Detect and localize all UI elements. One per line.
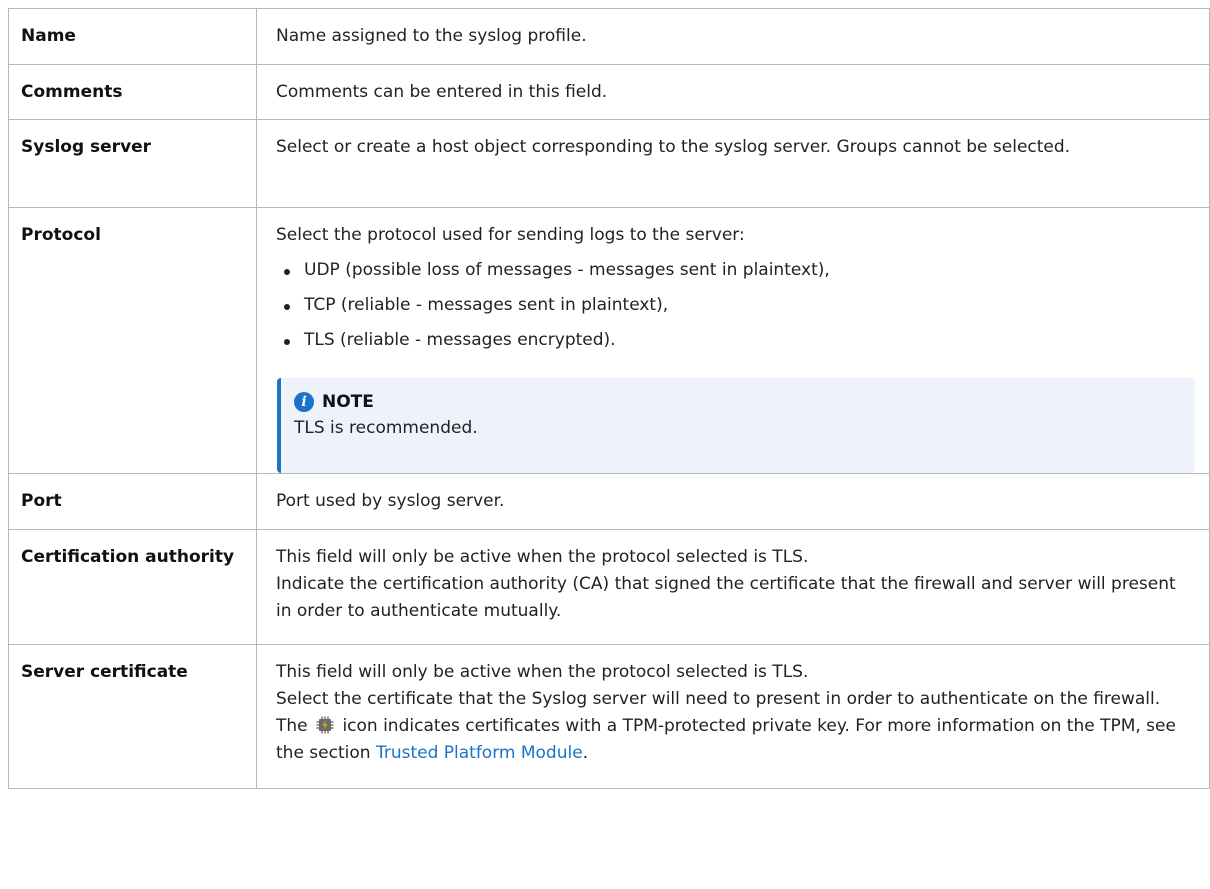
table-row-protocol: Protocol Select the protocol used for se… <box>8 207 1210 474</box>
description-line: The icon indicates certificates with a T… <box>276 713 1195 767</box>
field-description: Select the protocol used for sending log… <box>256 207 1210 474</box>
description-line: Select the certificate that the Syslog s… <box>276 689 1161 709</box>
table-row-comments: Comments Comments can be entered in this… <box>8 64 1210 120</box>
field-description: Select or create a host object correspon… <box>256 119 1210 208</box>
trusted-platform-module-link[interactable]: Trusted Platform Module <box>376 743 583 763</box>
protocol-intro: Select the protocol used for sending log… <box>276 225 745 245</box>
syslog-profile-fields-table: Name Name assigned to the syslog profile… <box>8 8 1210 789</box>
note-title: NOTE <box>322 391 374 412</box>
list-item: UDP (possible loss of messages - message… <box>276 257 1195 284</box>
tpm-sentence-start: The <box>276 716 308 736</box>
table-row-port: Port Port used by syslog server. <box>8 473 1210 530</box>
field-label: Protocol <box>8 207 257 474</box>
field-description: Name assigned to the syslog profile. <box>256 8 1210 65</box>
field-label: Server certificate <box>8 644 257 789</box>
table-row-certification-authority: Certification authority This field will … <box>8 529 1210 645</box>
list-item: TCP (reliable - messages sent in plainte… <box>276 292 1195 319</box>
tpm-chip-icon <box>316 716 334 734</box>
table-row-name: Name Name assigned to the syslog profile… <box>8 8 1210 65</box>
info-icon: i <box>294 392 314 412</box>
field-description: This field will only be active when the … <box>256 644 1210 789</box>
note-callout: i NOTE TLS is recommended. <box>277 378 1195 473</box>
description-line: This field will only be active when the … <box>276 662 809 682</box>
table-row-server-certificate: Server certificate This field will only … <box>8 644 1210 789</box>
protocol-options-list: UDP (possible loss of messages - message… <box>276 257 1195 354</box>
field-label: Name <box>8 8 257 65</box>
field-label: Port <box>8 473 257 530</box>
note-text: TLS is recommended. <box>294 418 478 438</box>
field-label: Comments <box>8 64 257 120</box>
field-label: Syslog server <box>8 119 257 208</box>
field-label: Certification authority <box>8 529 257 645</box>
list-item: TLS (reliable - messages encrypted). <box>276 327 1195 354</box>
field-description: Comments can be entered in this field. <box>256 64 1210 120</box>
field-description: Port used by syslog server. <box>256 473 1210 530</box>
field-description: This field will only be active when the … <box>256 529 1210 645</box>
table-row-syslog-server: Syslog server Select or create a host ob… <box>8 119 1210 208</box>
sentence-end: . <box>582 743 589 763</box>
description-line: This field will only be active when the … <box>276 547 809 567</box>
description-line: Indicate the certification authority (CA… <box>276 574 1176 621</box>
